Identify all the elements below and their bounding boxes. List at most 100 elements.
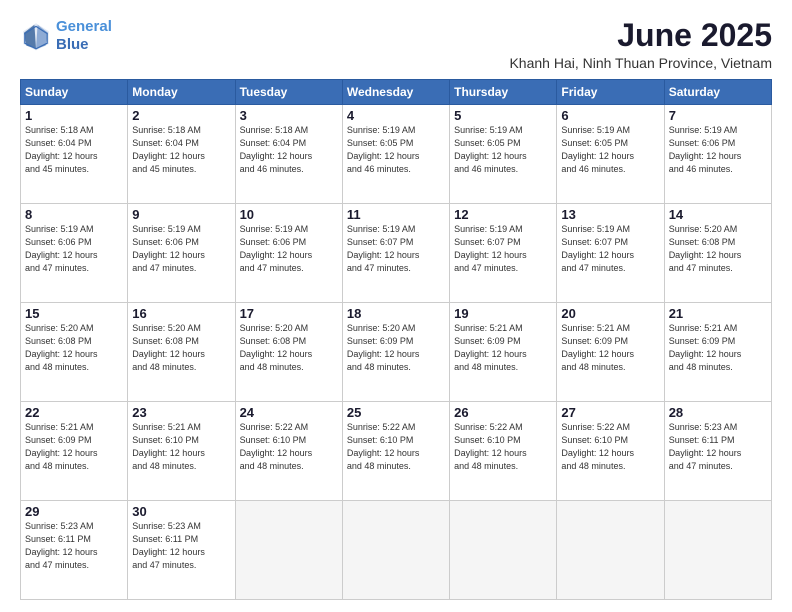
calendar-day-cell: 26Sunrise: 5:22 AMSunset: 6:10 PMDayligh… — [450, 402, 557, 501]
day-number: 24 — [240, 405, 338, 420]
day-info: Sunrise: 5:19 AMSunset: 6:05 PMDaylight:… — [561, 124, 659, 176]
logo-text: General Blue — [56, 18, 112, 54]
calendar-header-day: Tuesday — [235, 80, 342, 105]
day-info: Sunrise: 5:19 AMSunset: 6:07 PMDaylight:… — [454, 223, 552, 275]
day-info: Sunrise: 5:20 AMSunset: 6:09 PMDaylight:… — [347, 322, 445, 374]
day-info: Sunrise: 5:22 AMSunset: 6:10 PMDaylight:… — [347, 421, 445, 473]
day-info: Sunrise: 5:23 AMSunset: 6:11 PMDaylight:… — [25, 520, 123, 572]
day-info: Sunrise: 5:19 AMSunset: 6:06 PMDaylight:… — [25, 223, 123, 275]
calendar-week-row: 15Sunrise: 5:20 AMSunset: 6:08 PMDayligh… — [21, 303, 772, 402]
calendar-day-cell: 28Sunrise: 5:23 AMSunset: 6:11 PMDayligh… — [664, 402, 771, 501]
day-number: 26 — [454, 405, 552, 420]
subtitle: Khanh Hai, Ninh Thuan Province, Vietnam — [509, 55, 772, 71]
calendar-day-cell: 18Sunrise: 5:20 AMSunset: 6:09 PMDayligh… — [342, 303, 449, 402]
calendar-header-day: Monday — [128, 80, 235, 105]
day-info: Sunrise: 5:23 AMSunset: 6:11 PMDaylight:… — [132, 520, 230, 572]
calendar-week-row: 22Sunrise: 5:21 AMSunset: 6:09 PMDayligh… — [21, 402, 772, 501]
day-info: Sunrise: 5:22 AMSunset: 6:10 PMDaylight:… — [240, 421, 338, 473]
calendar-header-row: SundayMondayTuesdayWednesdayThursdayFrid… — [21, 80, 772, 105]
calendar-day-cell: 19Sunrise: 5:21 AMSunset: 6:09 PMDayligh… — [450, 303, 557, 402]
day-info: Sunrise: 5:18 AMSunset: 6:04 PMDaylight:… — [132, 124, 230, 176]
day-number: 10 — [240, 207, 338, 222]
calendar-day-cell: 16Sunrise: 5:20 AMSunset: 6:08 PMDayligh… — [128, 303, 235, 402]
day-number: 21 — [669, 306, 767, 321]
calendar-day-cell: 25Sunrise: 5:22 AMSunset: 6:10 PMDayligh… — [342, 402, 449, 501]
day-info: Sunrise: 5:20 AMSunset: 6:08 PMDaylight:… — [25, 322, 123, 374]
calendar-day-cell: 5Sunrise: 5:19 AMSunset: 6:05 PMDaylight… — [450, 105, 557, 204]
calendar-day-cell: 21Sunrise: 5:21 AMSunset: 6:09 PMDayligh… — [664, 303, 771, 402]
day-number: 25 — [347, 405, 445, 420]
calendar-day-cell: 30Sunrise: 5:23 AMSunset: 6:11 PMDayligh… — [128, 501, 235, 600]
day-number: 7 — [669, 108, 767, 123]
day-info: Sunrise: 5:21 AMSunset: 6:09 PMDaylight:… — [669, 322, 767, 374]
calendar-day-cell: 12Sunrise: 5:19 AMSunset: 6:07 PMDayligh… — [450, 204, 557, 303]
calendar-day-cell: 24Sunrise: 5:22 AMSunset: 6:10 PMDayligh… — [235, 402, 342, 501]
calendar-day-cell: 27Sunrise: 5:22 AMSunset: 6:10 PMDayligh… — [557, 402, 664, 501]
day-number: 11 — [347, 207, 445, 222]
day-info: Sunrise: 5:18 AMSunset: 6:04 PMDaylight:… — [240, 124, 338, 176]
calendar-header-day: Saturday — [664, 80, 771, 105]
day-info: Sunrise: 5:21 AMSunset: 6:09 PMDaylight:… — [454, 322, 552, 374]
day-number: 18 — [347, 306, 445, 321]
calendar-day-cell: 29Sunrise: 5:23 AMSunset: 6:11 PMDayligh… — [21, 501, 128, 600]
day-info: Sunrise: 5:22 AMSunset: 6:10 PMDaylight:… — [561, 421, 659, 473]
day-number: 19 — [454, 306, 552, 321]
calendar-week-row: 29Sunrise: 5:23 AMSunset: 6:11 PMDayligh… — [21, 501, 772, 600]
calendar-header-day: Sunday — [21, 80, 128, 105]
calendar-day-cell: 15Sunrise: 5:20 AMSunset: 6:08 PMDayligh… — [21, 303, 128, 402]
day-info: Sunrise: 5:19 AMSunset: 6:06 PMDaylight:… — [240, 223, 338, 275]
logo-icon — [20, 20, 52, 52]
calendar-day-cell: 9Sunrise: 5:19 AMSunset: 6:06 PMDaylight… — [128, 204, 235, 303]
day-number: 15 — [25, 306, 123, 321]
day-number: 16 — [132, 306, 230, 321]
day-info: Sunrise: 5:21 AMSunset: 6:09 PMDaylight:… — [25, 421, 123, 473]
day-info: Sunrise: 5:19 AMSunset: 6:05 PMDaylight:… — [347, 124, 445, 176]
day-info: Sunrise: 5:20 AMSunset: 6:08 PMDaylight:… — [240, 322, 338, 374]
calendar-day-cell: 20Sunrise: 5:21 AMSunset: 6:09 PMDayligh… — [557, 303, 664, 402]
day-number: 14 — [669, 207, 767, 222]
day-number: 6 — [561, 108, 659, 123]
calendar-week-row: 8Sunrise: 5:19 AMSunset: 6:06 PMDaylight… — [21, 204, 772, 303]
day-number: 12 — [454, 207, 552, 222]
day-info: Sunrise: 5:20 AMSunset: 6:08 PMDaylight:… — [669, 223, 767, 275]
calendar-day-cell: 10Sunrise: 5:19 AMSunset: 6:06 PMDayligh… — [235, 204, 342, 303]
calendar-day-cell: 11Sunrise: 5:19 AMSunset: 6:07 PMDayligh… — [342, 204, 449, 303]
day-number: 5 — [454, 108, 552, 123]
day-info: Sunrise: 5:23 AMSunset: 6:11 PMDaylight:… — [669, 421, 767, 473]
day-number: 17 — [240, 306, 338, 321]
day-number: 29 — [25, 504, 123, 519]
day-number: 13 — [561, 207, 659, 222]
day-number: 2 — [132, 108, 230, 123]
calendar-day-cell: 6Sunrise: 5:19 AMSunset: 6:05 PMDaylight… — [557, 105, 664, 204]
day-info: Sunrise: 5:19 AMSunset: 6:07 PMDaylight:… — [347, 223, 445, 275]
calendar-day-cell — [342, 501, 449, 600]
calendar-day-cell — [450, 501, 557, 600]
day-number: 8 — [25, 207, 123, 222]
title-block: June 2025 Khanh Hai, Ninh Thuan Province… — [509, 18, 772, 71]
day-number: 28 — [669, 405, 767, 420]
day-number: 27 — [561, 405, 659, 420]
day-info: Sunrise: 5:18 AMSunset: 6:04 PMDaylight:… — [25, 124, 123, 176]
day-info: Sunrise: 5:19 AMSunset: 6:07 PMDaylight:… — [561, 223, 659, 275]
calendar-day-cell: 1Sunrise: 5:18 AMSunset: 6:04 PMDaylight… — [21, 105, 128, 204]
day-info: Sunrise: 5:19 AMSunset: 6:05 PMDaylight:… — [454, 124, 552, 176]
calendar-day-cell: 23Sunrise: 5:21 AMSunset: 6:10 PMDayligh… — [128, 402, 235, 501]
day-number: 9 — [132, 207, 230, 222]
calendar-day-cell: 7Sunrise: 5:19 AMSunset: 6:06 PMDaylight… — [664, 105, 771, 204]
day-info: Sunrise: 5:22 AMSunset: 6:10 PMDaylight:… — [454, 421, 552, 473]
calendar-day-cell: 4Sunrise: 5:19 AMSunset: 6:05 PMDaylight… — [342, 105, 449, 204]
logo: General Blue — [20, 18, 112, 54]
day-info: Sunrise: 5:21 AMSunset: 6:09 PMDaylight:… — [561, 322, 659, 374]
calendar-day-cell: 17Sunrise: 5:20 AMSunset: 6:08 PMDayligh… — [235, 303, 342, 402]
calendar-header-day: Thursday — [450, 80, 557, 105]
calendar-day-cell: 14Sunrise: 5:20 AMSunset: 6:08 PMDayligh… — [664, 204, 771, 303]
calendar-day-cell: 13Sunrise: 5:19 AMSunset: 6:07 PMDayligh… — [557, 204, 664, 303]
calendar-table: SundayMondayTuesdayWednesdayThursdayFrid… — [20, 79, 772, 600]
day-info: Sunrise: 5:19 AMSunset: 6:06 PMDaylight:… — [669, 124, 767, 176]
day-number: 20 — [561, 306, 659, 321]
day-info: Sunrise: 5:19 AMSunset: 6:06 PMDaylight:… — [132, 223, 230, 275]
page: General Blue June 2025 Khanh Hai, Ninh T… — [0, 0, 792, 612]
calendar-day-cell: 3Sunrise: 5:18 AMSunset: 6:04 PMDaylight… — [235, 105, 342, 204]
day-info: Sunrise: 5:21 AMSunset: 6:10 PMDaylight:… — [132, 421, 230, 473]
calendar-day-cell — [664, 501, 771, 600]
